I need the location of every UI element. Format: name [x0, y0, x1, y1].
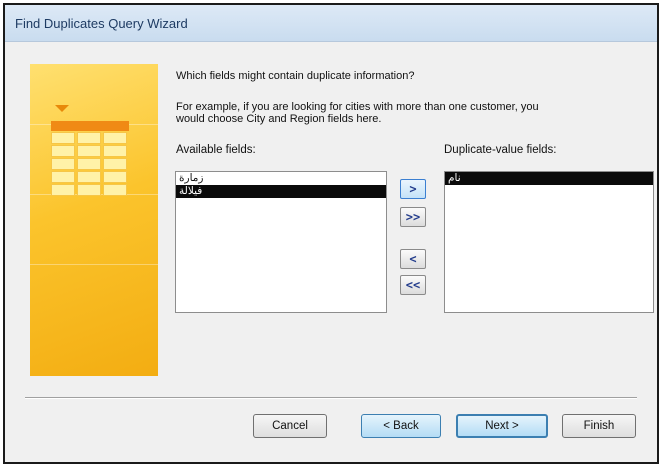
duplicate-fields-list[interactable]: نام [444, 171, 654, 313]
divider [25, 397, 637, 399]
example-text-line1: For example, if you are looking for citi… [176, 101, 539, 113]
list-item[interactable]: زمارة [176, 172, 386, 185]
next-button[interactable]: Next > [456, 414, 548, 438]
arrow-down-icon [55, 105, 69, 112]
wizard-window: Find Duplicates Query Wizard Which field… [3, 3, 659, 464]
remove-field-button[interactable]: < [400, 249, 426, 269]
finish-button[interactable]: Finish [562, 414, 636, 438]
list-item[interactable]: نام [445, 172, 653, 185]
window-title: Find Duplicates Query Wizard [15, 16, 188, 31]
add-field-button[interactable]: > [400, 179, 426, 199]
table-icon [51, 121, 129, 205]
remove-all-fields-button[interactable]: << [400, 275, 426, 295]
cancel-button[interactable]: Cancel [253, 414, 327, 438]
back-button[interactable]: < Back [361, 414, 441, 438]
duplicate-fields-label: Duplicate-value fields: [444, 144, 557, 156]
list-item[interactable]: فيلالة [176, 185, 386, 198]
available-fields-list[interactable]: زمارة فيلالة [175, 171, 387, 313]
title-bar[interactable]: Find Duplicates Query Wizard [5, 5, 657, 42]
example-text-line2: would choose City and Region fields here… [176, 113, 382, 125]
add-all-fields-button[interactable]: >> [400, 207, 426, 227]
question-text: Which fields might contain duplicate inf… [176, 70, 415, 82]
wizard-illustration [30, 64, 158, 376]
available-fields-label: Available fields: [176, 144, 256, 156]
wizard-body: Which fields might contain duplicate inf… [13, 42, 654, 454]
